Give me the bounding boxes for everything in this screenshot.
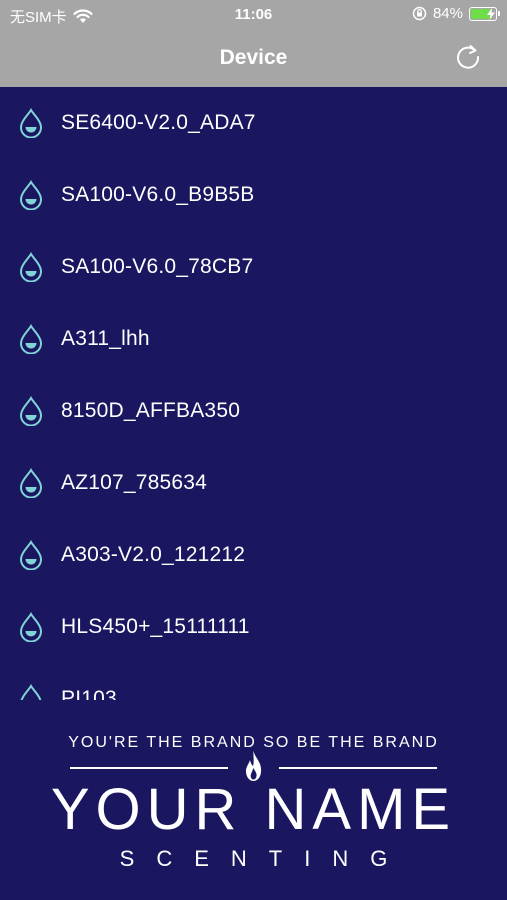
device-list[interactable]: SE6400-V2.0_ADA7 SA100-V6.0_B9B5B SA100-V6… xyxy=(0,87,507,700)
device-list-item[interactable]: PI103 xyxy=(0,663,507,700)
device-name: SA100-V6.0_B9B5B xyxy=(61,183,255,206)
status-right-group: 84% xyxy=(412,5,500,22)
refresh-icon[interactable] xyxy=(453,42,483,72)
device-list-item[interactable]: A303-V2.0_121212 xyxy=(0,519,507,591)
water-drop-icon xyxy=(19,396,43,426)
water-drop-icon xyxy=(19,468,43,498)
nav-bar: Device xyxy=(0,30,507,87)
device-list-item[interactable]: SE6400-V2.0_ADA7 xyxy=(0,87,507,159)
device-list-item[interactable]: HLS450+_15111111 xyxy=(0,591,507,663)
brand-subtitle: SCENTING xyxy=(119,846,410,871)
device-name: SE6400-V2.0_ADA7 xyxy=(61,111,256,134)
device-list-item[interactable]: SA100-V6.0_78CB7 xyxy=(0,231,507,303)
device-name: HLS450+_15111111 xyxy=(61,615,250,638)
divider-line-right xyxy=(279,767,437,769)
device-name: 8150D_AFFBA350 xyxy=(61,399,241,422)
water-drop-icon xyxy=(19,324,43,354)
orientation-lock-icon xyxy=(412,6,427,21)
brand-logo: YOU'RE THE BRAND SO BE THE BRAND YOUR NA… xyxy=(0,700,507,900)
water-drop-icon xyxy=(19,540,43,570)
water-drop-icon xyxy=(19,612,43,642)
divider-line-left xyxy=(70,767,228,769)
device-name: AZ107_785634 xyxy=(61,471,208,494)
water-drop-icon xyxy=(19,252,43,282)
device-list-item[interactable]: AZ107_785634 xyxy=(0,447,507,519)
device-list-item[interactable]: SA100-V6.0_B9B5B xyxy=(0,159,507,231)
battery-charging-icon xyxy=(469,6,500,21)
battery-percent: 84% xyxy=(432,5,463,22)
device-list-item[interactable]: A311_lhh xyxy=(0,303,507,375)
bolt-icon xyxy=(487,7,495,20)
status-bar: 无SIM卡 11:06 84% xyxy=(0,0,507,30)
device-name: A303-V2.0_121212 xyxy=(61,543,246,566)
water-drop-icon xyxy=(20,684,42,700)
water-drop-icon xyxy=(19,108,43,138)
water-drop-icon xyxy=(19,180,43,210)
device-name: A311_lhh xyxy=(61,327,150,350)
device-name: PI103 xyxy=(61,687,117,700)
device-list-item[interactable]: 8150D_AFFBA350 xyxy=(0,375,507,447)
page-title: Device xyxy=(219,46,288,69)
device-name: SA100-V6.0_78CB7 xyxy=(61,255,254,278)
brand-name: YOUR NAME xyxy=(50,777,457,842)
